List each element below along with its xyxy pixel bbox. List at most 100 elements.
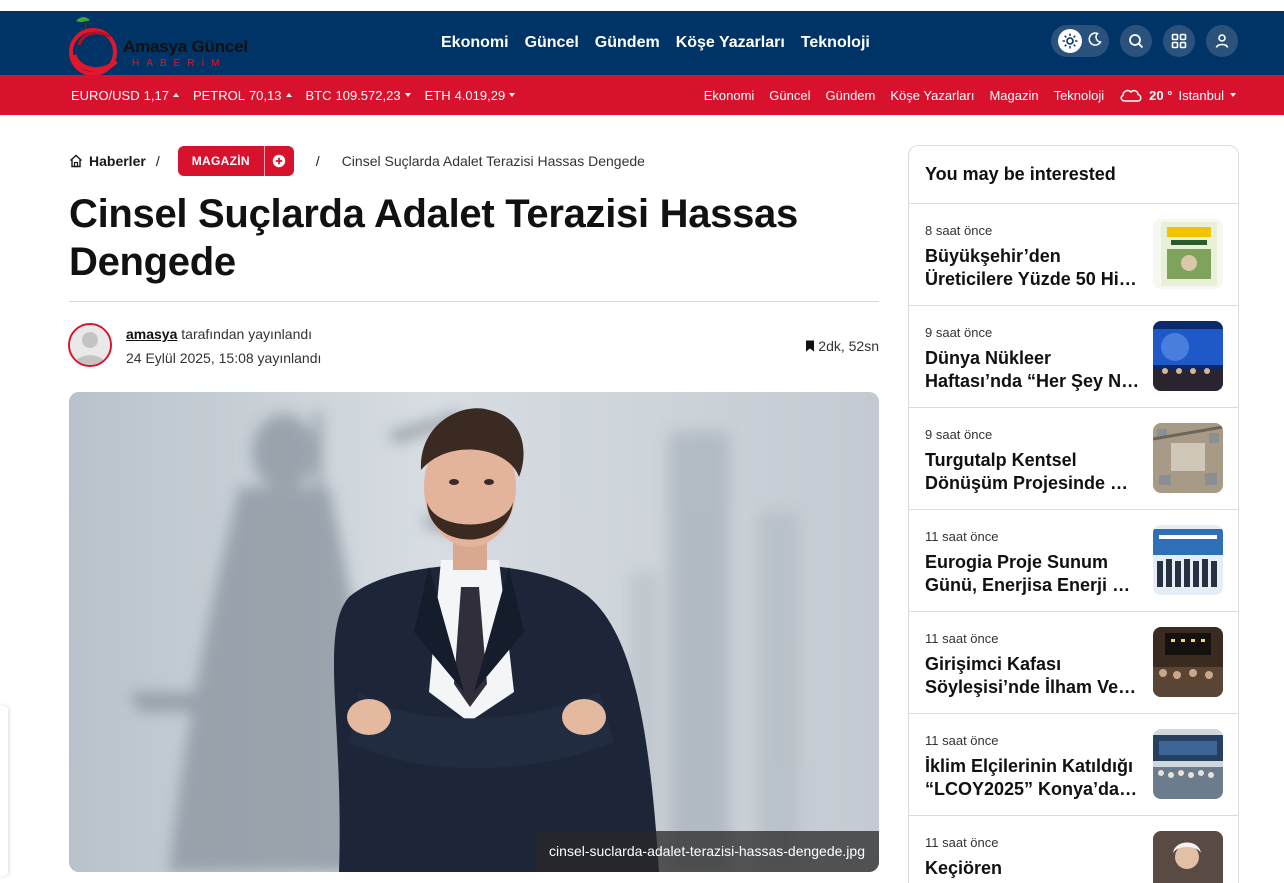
main-nav-teknoloji[interactable]: Teknoloji — [801, 34, 870, 52]
list-item[interactable]: 11 saat önce Girişimci Kafası Söyleşisi’n… — [909, 612, 1238, 714]
bookmark-icon — [806, 340, 815, 352]
top-strip — [0, 0, 1284, 11]
item-time: 11 saat önce — [925, 631, 999, 646]
apple-logo-icon — [69, 17, 118, 76]
list-item[interactable]: 8 saat önce Büyükşehir’den Üreticilere Yü… — [909, 204, 1238, 306]
main-nav-kose-yazarlari[interactable]: Köşe Yazarları — [676, 34, 785, 52]
speaker-thumbnail-image — [1153, 831, 1223, 883]
category-link[interactable]: MAGAZİN — [177, 146, 264, 176]
category-pill: MAGAZİN — [177, 146, 294, 176]
author-name-link[interactable]: amasya — [126, 326, 177, 342]
crowd-building-thumbnail-image — [1153, 729, 1223, 799]
item-time: 11 saat önce — [925, 835, 999, 850]
caret-down-icon — [1230, 93, 1236, 97]
floating-side-panel[interactable] — [0, 706, 8, 876]
item-headline[interactable]: Keçiören — [925, 857, 1140, 880]
logo-tagline: HABERİM — [132, 58, 227, 69]
article-title: Cinsel Suçlarda Adalet Terazisi Hassas D… — [69, 192, 798, 284]
logo-name: Amasya Güncel — [123, 37, 248, 56]
item-headline[interactable]: Turgutalp KentselDönüşüm Projesinde Sona… — [925, 449, 1140, 495]
lawyer-portrait-image — [69, 392, 879, 872]
item-thumbnail[interactable] — [1153, 729, 1223, 799]
list-item[interactable]: 11 saat önce Keçiören — [909, 816, 1238, 883]
sun-icon — [1057, 29, 1082, 53]
breadcrumb-separator: / — [315, 153, 320, 169]
rate-euro-usd[interactable]: EURO/USD 1,17 — [71, 88, 179, 103]
item-thumbnail[interactable] — [1153, 525, 1223, 595]
seminar-thumbnail-image — [1153, 627, 1223, 697]
image-caption: cinsel-suclarda-adalet-terazisi-hassas-d… — [535, 831, 879, 872]
rate-eth[interactable]: ETH 4.019,29 — [425, 88, 516, 103]
sidebar-title: You may be interested — [909, 146, 1238, 204]
list-item[interactable]: 11 saat önce İklim Elçilerinin Katıldığı… — [909, 714, 1238, 816]
author-avatar[interactable] — [68, 323, 112, 367]
group-photo-thumbnail-image — [1153, 525, 1223, 595]
item-thumbnail[interactable] — [1153, 423, 1223, 493]
caret-up-icon — [172, 93, 179, 97]
search-button[interactable] — [1120, 25, 1152, 57]
ticker-bar: EURO/USD 1,17 PETROL 70,13 BTC 109.572,2… — [0, 75, 1284, 115]
user-icon — [1215, 34, 1229, 48]
article-hero-image: cinsel-suclarda-adalet-terazisi-hassas-d… — [69, 392, 879, 872]
breadcrumb-separator: / — [155, 153, 160, 169]
item-thumbnail[interactable] — [1153, 831, 1223, 883]
item-headline[interactable]: Girişimci Kafası Söyleşisi’nde İlham Vere… — [925, 653, 1140, 699]
item-thumbnail[interactable] — [1153, 219, 1223, 289]
sub-nav-gundem[interactable]: Gündem — [826, 88, 876, 103]
item-time: 9 saat önce — [925, 427, 993, 442]
item-headline[interactable]: Dünya NükleerHaftası’nda “Her Şey Nüklee… — [925, 347, 1140, 393]
plus-circle-icon — [273, 154, 286, 168]
weather-widget[interactable]: 20 ° Istanbul — [1119, 87, 1236, 103]
sub-nav-guncel[interactable]: Güncel — [769, 88, 810, 103]
account-button[interactable] — [1206, 25, 1238, 57]
weather-city: Istanbul — [1178, 87, 1224, 103]
site-logo[interactable]: Amasya Güncel HABERİM — [66, 15, 276, 76]
main-nav-ekonomi[interactable]: Ekonomi — [441, 34, 509, 52]
breadcrumb-home[interactable]: Haberler — [69, 153, 146, 169]
follow-category-button[interactable] — [263, 146, 294, 176]
sub-nav: Ekonomi Güncel Gündem Köşe Yazarları Mag… — [704, 75, 1236, 115]
weather-temp: 20 ° — [1149, 87, 1173, 103]
author-suffix: tarafından yayınlandı — [181, 326, 313, 342]
cloud-icon — [1120, 89, 1142, 102]
related-news-sidebar: You may be interested 8 saat önce Büyükş… — [908, 145, 1239, 883]
item-time: 11 saat önce — [925, 733, 999, 748]
breadcrumb-current: Cinsel Suçlarda Adalet Terazisi Hassas D… — [341, 153, 645, 169]
list-item[interactable]: 9 saat önce Turgutalp Kentsel Dönüşüm Pro… — [909, 408, 1238, 510]
author-line: amasya tarafından yayınlandı — [126, 326, 312, 342]
item-time: 9 saat önce — [925, 325, 993, 340]
aerial-construction-thumbnail-image — [1153, 423, 1223, 493]
main-nav-gundem[interactable]: Gündem — [595, 34, 660, 52]
sub-nav-ekonomi[interactable]: Ekonomi — [704, 88, 755, 103]
moon-icon — [1087, 31, 1103, 52]
theme-toggle[interactable] — [1051, 25, 1109, 57]
item-headline[interactable]: İklim Elçilerinin Katıldığı “LCOY2025” Ko… — [925, 755, 1140, 801]
sub-nav-kose-yazarlari[interactable]: Köşe Yazarları — [890, 88, 974, 103]
sub-nav-teknoloji[interactable]: Teknoloji — [1054, 88, 1105, 103]
read-time: 2dk, 52sn — [805, 338, 879, 354]
publish-date: 24 Eylül 2025, 15:08 yayınlandı — [126, 350, 322, 366]
list-item[interactable]: 11 saat önce Eurogia Proje Sunum Günü, En… — [909, 510, 1238, 612]
poster-thumbnail-image — [1153, 219, 1223, 289]
header-tools — [1051, 25, 1238, 57]
grid-icon — [1171, 33, 1187, 49]
market-rates: EURO/USD 1,17 PETROL 70,13 BTC 109.572,2… — [71, 75, 516, 115]
search-icon — [1129, 34, 1144, 49]
rate-btc[interactable]: BTC 109.572,23 — [306, 88, 411, 103]
main-nav: Ekonomi Güncel Gündem Köşe Yazarları Tek… — [441, 11, 870, 75]
apps-button[interactable] — [1163, 25, 1195, 57]
site-header: Amasya Güncel HABERİM Ekonomi Güncel Gün… — [0, 11, 1284, 76]
conference-thumbnail-image — [1153, 321, 1223, 391]
breadcrumb: Haberler / MAGAZİN / Cinsel Suçlarda Ada… — [69, 146, 645, 176]
item-headline[interactable]: Eurogia Proje Sunum Günü, Enerjisa Enerji… — [925, 551, 1140, 597]
main-nav-guncel[interactable]: Güncel — [525, 34, 579, 52]
item-thumbnail[interactable] — [1153, 321, 1223, 391]
list-item[interactable]: 9 saat önce Dünya Nükleer Haftası’nda “He… — [909, 306, 1238, 408]
rate-petrol[interactable]: PETROL 70,13 — [193, 88, 292, 103]
title-divider — [69, 301, 879, 302]
item-thumbnail[interactable] — [1153, 627, 1223, 697]
sub-nav-magazin[interactable]: Magazin — [989, 88, 1038, 103]
item-headline[interactable]: Büyükşehir’denÜreticilere Yüzde 50 Hibel… — [925, 245, 1140, 291]
default-avatar-icon — [70, 325, 110, 365]
caret-down-icon — [509, 93, 516, 97]
